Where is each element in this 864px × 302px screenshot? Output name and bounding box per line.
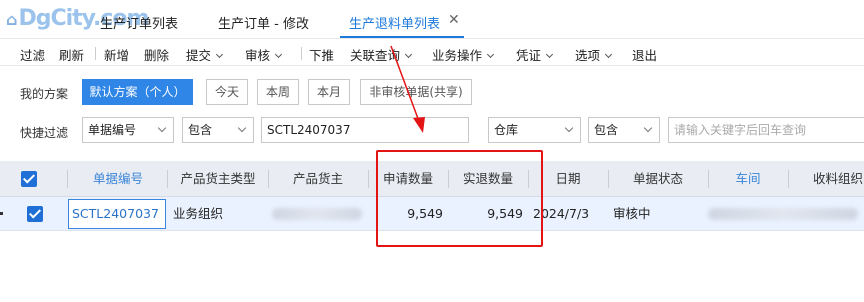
annotation-arrow [390, 45, 425, 133]
